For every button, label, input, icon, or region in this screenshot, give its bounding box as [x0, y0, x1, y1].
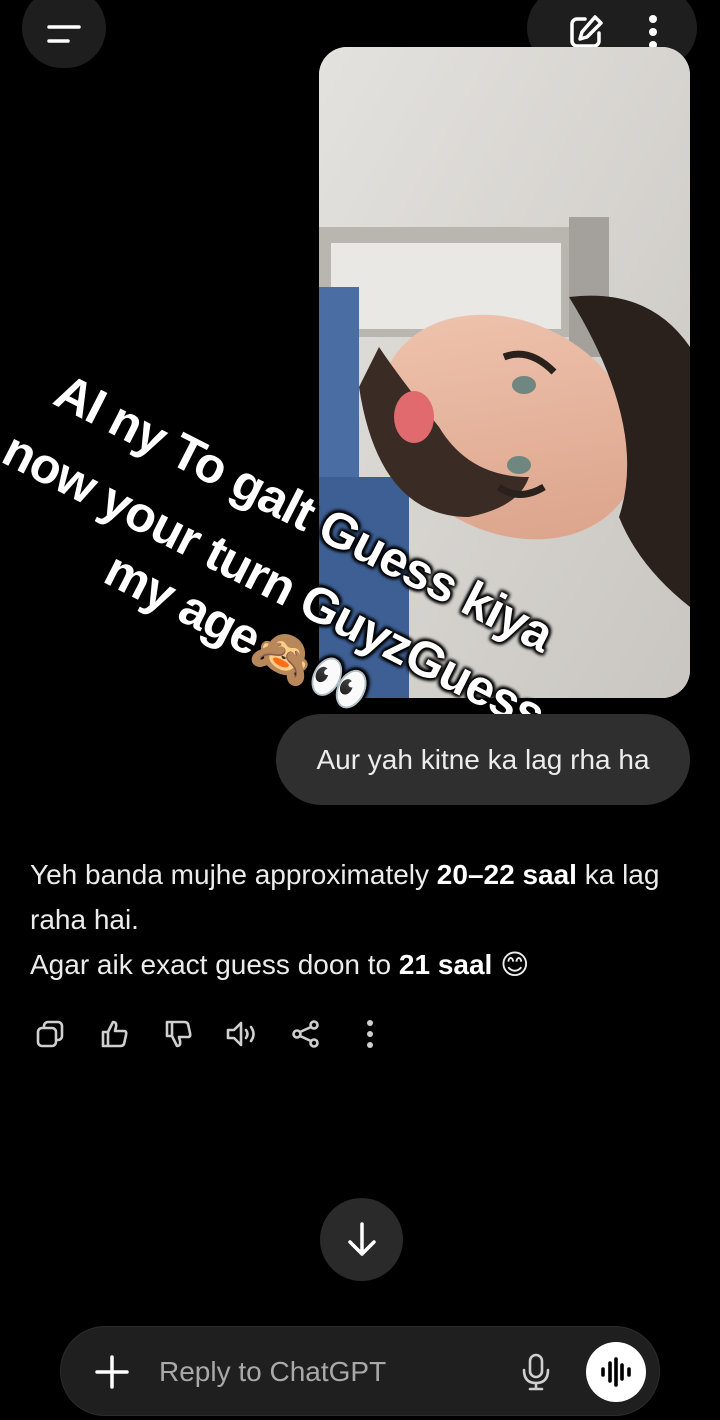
dictate-button[interactable] — [513, 1349, 559, 1395]
assistant-text: Yeh banda mujhe approximately — [30, 859, 437, 890]
more-actions-button[interactable] — [350, 1014, 390, 1054]
good-response-button[interactable] — [94, 1014, 134, 1054]
arrow-down-icon — [347, 1221, 376, 1256]
edit-icon — [569, 14, 603, 48]
speaker-icon — [226, 1021, 255, 1047]
share-button[interactable] — [286, 1014, 326, 1054]
menu-icon — [47, 25, 81, 43]
read-aloud-button[interactable] — [222, 1014, 262, 1054]
voice-mode-button[interactable] — [586, 1342, 646, 1402]
copy-icon — [36, 1020, 64, 1048]
message-actions — [30, 1014, 414, 1054]
thumbs-down-icon — [165, 1020, 192, 1048]
user-message-bubble[interactable]: Aur yah kitne ka lag rha ha — [276, 714, 690, 805]
user-message-text: Aur yah kitne ka lag rha ha — [316, 743, 650, 775]
copy-button[interactable] — [30, 1014, 70, 1054]
uploaded-photo[interactable] — [319, 47, 690, 698]
thumbs-up-icon — [101, 1020, 128, 1048]
selfie-image — [319, 47, 690, 698]
assistant-exact-guess: 21 saal — [398, 949, 493, 980]
more-vertical-icon — [648, 14, 657, 49]
voice-waveform-icon — [601, 1357, 631, 1387]
assistant-text: Agar aik exact guess doon to — [30, 949, 399, 980]
attach-button[interactable] — [89, 1349, 135, 1395]
mic-icon — [522, 1353, 550, 1391]
assistant-message: Yeh banda mujhe approximately 20–22 saal… — [30, 852, 690, 987]
message-input[interactable] — [159, 1349, 499, 1395]
menu-button[interactable] — [22, 0, 106, 68]
bad-response-button[interactable] — [158, 1014, 198, 1054]
assistant-emoji: 😊 — [492, 949, 530, 980]
share-icon — [292, 1020, 319, 1048]
scroll-to-bottom-button[interactable] — [320, 1198, 403, 1281]
message-composer — [60, 1326, 660, 1416]
assistant-age-range: 20–22 saal — [436, 859, 577, 890]
plus-icon — [95, 1355, 129, 1389]
more-vertical-icon — [367, 1020, 373, 1048]
